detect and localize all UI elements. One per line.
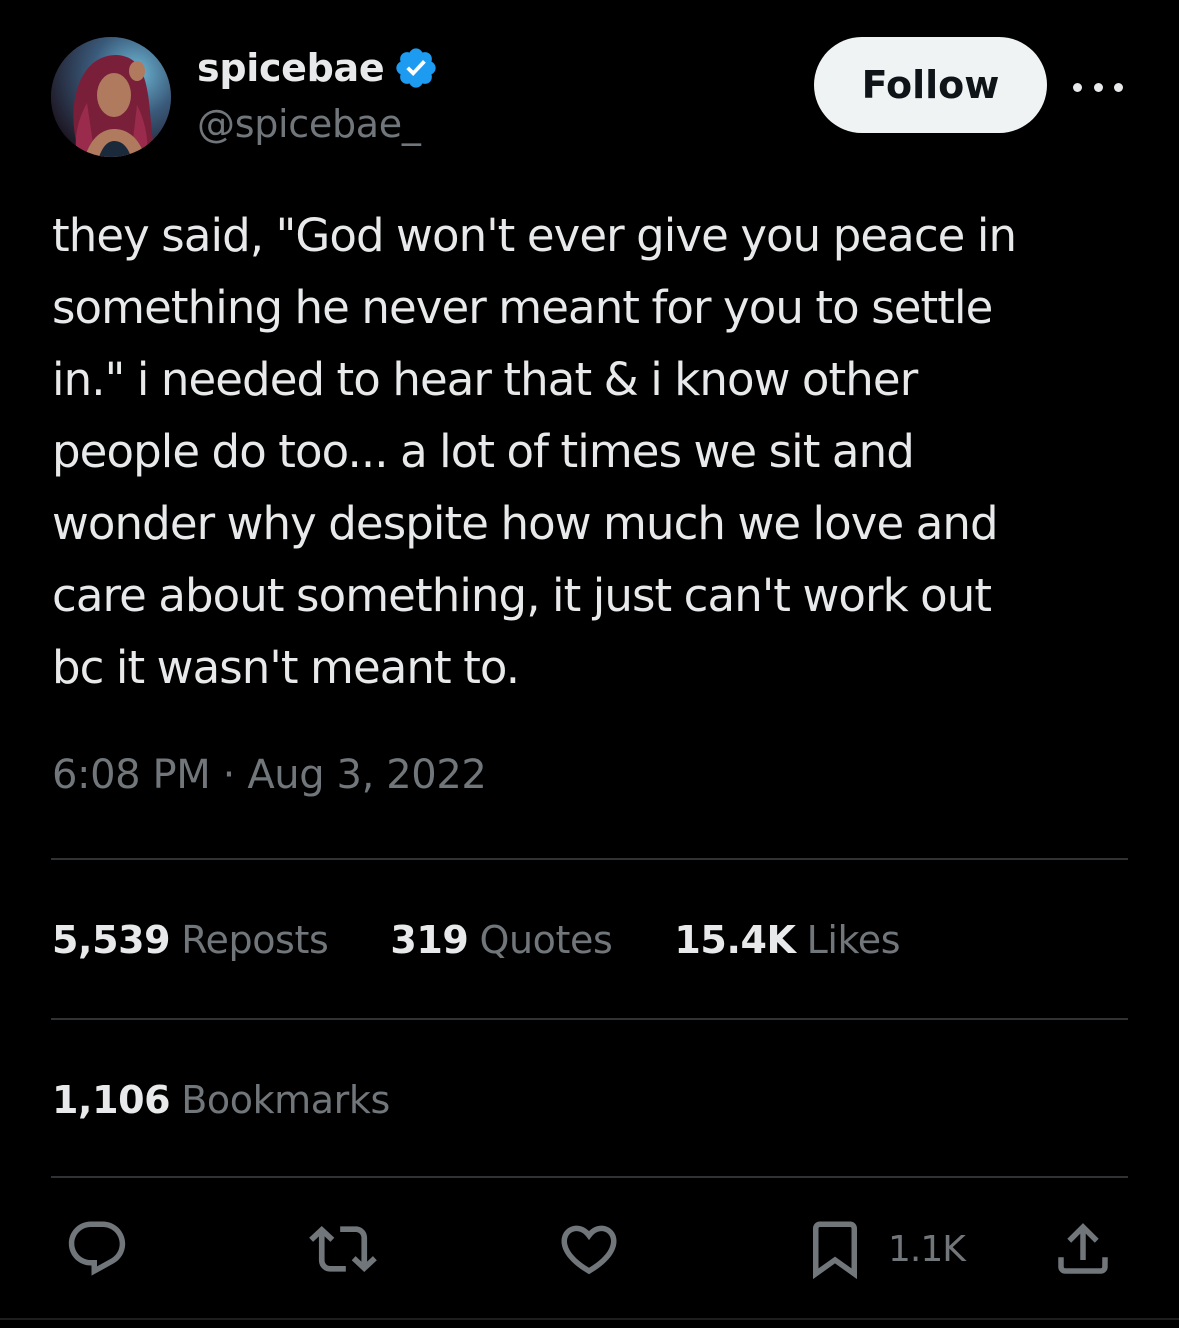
bookmark-count: 1.1K (888, 1228, 966, 1270)
engagement-stats: 5,539 Reposts 319 Quotes 15.4K Likes (52, 912, 901, 968)
repost-icon (309, 1225, 377, 1273)
bookmarks-count: 1,106 (52, 1078, 171, 1122)
heart-icon (561, 1225, 617, 1275)
avatar[interactable] (51, 37, 171, 157)
bookmarks-label: Bookmarks (181, 1078, 390, 1122)
repost-button[interactable] (309, 1216, 377, 1282)
divider (0, 1318, 1179, 1320)
follow-button[interactable]: Follow (814, 37, 1047, 133)
divider (51, 858, 1128, 860)
bookmark-icon (813, 1221, 857, 1280)
tweet-detail: spicebae @spicebae_ Follow they said, "G… (0, 0, 1179, 1328)
likes-label: Likes (806, 918, 901, 962)
reposts-count: 5,539 (52, 918, 171, 962)
share-icon (1058, 1223, 1108, 1274)
divider (51, 1176, 1128, 1178)
divider (51, 1018, 1128, 1020)
more-dot (1114, 82, 1123, 92)
bookmark-button[interactable]: 1.1K (802, 1216, 966, 1282)
display-name[interactable]: spicebae (197, 46, 385, 90)
verified-badge-icon (396, 48, 437, 88)
profile-photo-icon (51, 37, 171, 157)
reply-icon (68, 1221, 126, 1276)
reposts-stat[interactable]: 5,539 Reposts (52, 918, 329, 962)
reposts-label: Reposts (181, 918, 329, 962)
likes-count: 15.4K (674, 918, 796, 962)
quotes-count: 319 (390, 918, 469, 962)
like-button[interactable] (556, 1216, 622, 1282)
more-dot (1073, 82, 1082, 92)
tweet-text: they said, "God won't ever give you peac… (52, 209, 1017, 694)
quotes-label: Quotes (479, 918, 613, 962)
author-name-row[interactable]: spicebae (197, 40, 439, 96)
bookmarks-stat-row: 1,106 Bookmarks (52, 1072, 390, 1128)
reply-button[interactable] (64, 1216, 130, 1282)
tweet-timestamp[interactable]: 6:08 PM · Aug 3, 2022 (52, 752, 487, 798)
more-dot (1093, 82, 1103, 92)
ellipsis-icon[interactable] (1073, 70, 1123, 104)
author-handle[interactable]: @spicebae_ (197, 102, 421, 146)
bookmarks-stat[interactable]: 1,106 Bookmarks (52, 1078, 390, 1122)
likes-stat[interactable]: 15.4K Likes (674, 918, 900, 962)
quotes-stat[interactable]: 319 Quotes (390, 918, 612, 962)
share-button[interactable] (1050, 1216, 1116, 1282)
